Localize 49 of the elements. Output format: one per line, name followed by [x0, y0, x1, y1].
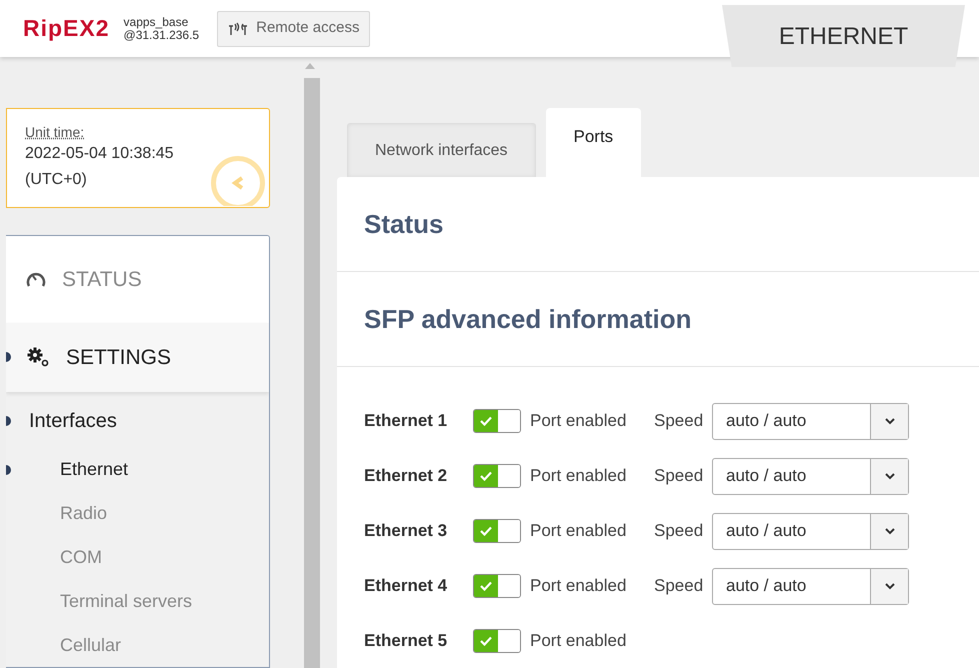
- chevron-down-icon: [884, 582, 894, 590]
- speed-label: Speed: [654, 465, 704, 488]
- port-name: Ethernet 4: [364, 575, 448, 598]
- chevron-down-icon: [884, 528, 894, 534]
- port-name: Ethernet 3: [364, 520, 448, 542]
- section-heading[interactable]: SFP advanced information: [364, 300, 692, 338]
- nav-item[interactable]: Ethernet: [60, 456, 128, 484]
- check-icon: [480, 471, 492, 481]
- unit-time-label: Unit time:: [25, 123, 86, 141]
- unit-time-value: 2022-05-04 10:38:45: [25, 144, 175, 164]
- check-icon: [480, 636, 492, 646]
- tab[interactable]: Ports: [546, 108, 642, 177]
- speed-label: Speed: [654, 520, 704, 542]
- speed-select[interactable]: auto / auto: [712, 402, 909, 440]
- speed-label: Speed: [654, 575, 704, 598]
- speed-select[interactable]: auto / auto: [712, 458, 909, 494]
- check-icon: [480, 581, 492, 591]
- port-enabled-label: Port enabled: [530, 465, 628, 488]
- check-icon: [480, 526, 492, 536]
- speed-select[interactable]: auto / auto: [712, 512, 909, 550]
- remote-access-button[interactable]: Remote access: [217, 10, 370, 46]
- settings-icon: [26, 347, 50, 368]
- speed-select[interactable]: auto / auto: [712, 568, 909, 604]
- time-zone: (UTC+0): [25, 170, 88, 190]
- speed-label: Speed: [654, 410, 704, 432]
- device-name: vapps_base: [124, 16, 190, 28]
- port-toggle[interactable]: [473, 519, 521, 543]
- port-enabled-label: Port enabled: [530, 630, 628, 652]
- port-name: Ethernet 5: [364, 630, 448, 652]
- nav-section[interactable]: SETTINGS: [6, 322, 269, 392]
- section-heading[interactable]: Status: [364, 204, 444, 244]
- port-enabled-label: Port enabled: [530, 575, 628, 598]
- port-toggle[interactable]: [473, 409, 521, 433]
- port-name: Ethernet 1: [364, 410, 448, 432]
- port-enabled-label: Port enabled: [530, 410, 628, 432]
- port-toggle[interactable]: [473, 464, 521, 488]
- tab[interactable]: Network interfaces: [347, 123, 536, 177]
- port-enabled-label: Port enabled: [530, 520, 628, 542]
- nav-group[interactable]: Interfaces: [29, 406, 117, 436]
- scrollbar-thumb[interactable]: [304, 78, 320, 668]
- port-toggle[interactable]: [473, 629, 521, 653]
- chevron-down-icon: [884, 418, 894, 424]
- gauge-icon: [26, 270, 46, 288]
- check-icon: [480, 416, 492, 426]
- port-name: Ethernet 2: [364, 465, 448, 488]
- logo: RipEX2: [23, 14, 110, 44]
- chevron-down-icon: [884, 472, 894, 480]
- device-address: @31.31.236.5: [124, 28, 200, 42]
- port-toggle[interactable]: [473, 574, 521, 598]
